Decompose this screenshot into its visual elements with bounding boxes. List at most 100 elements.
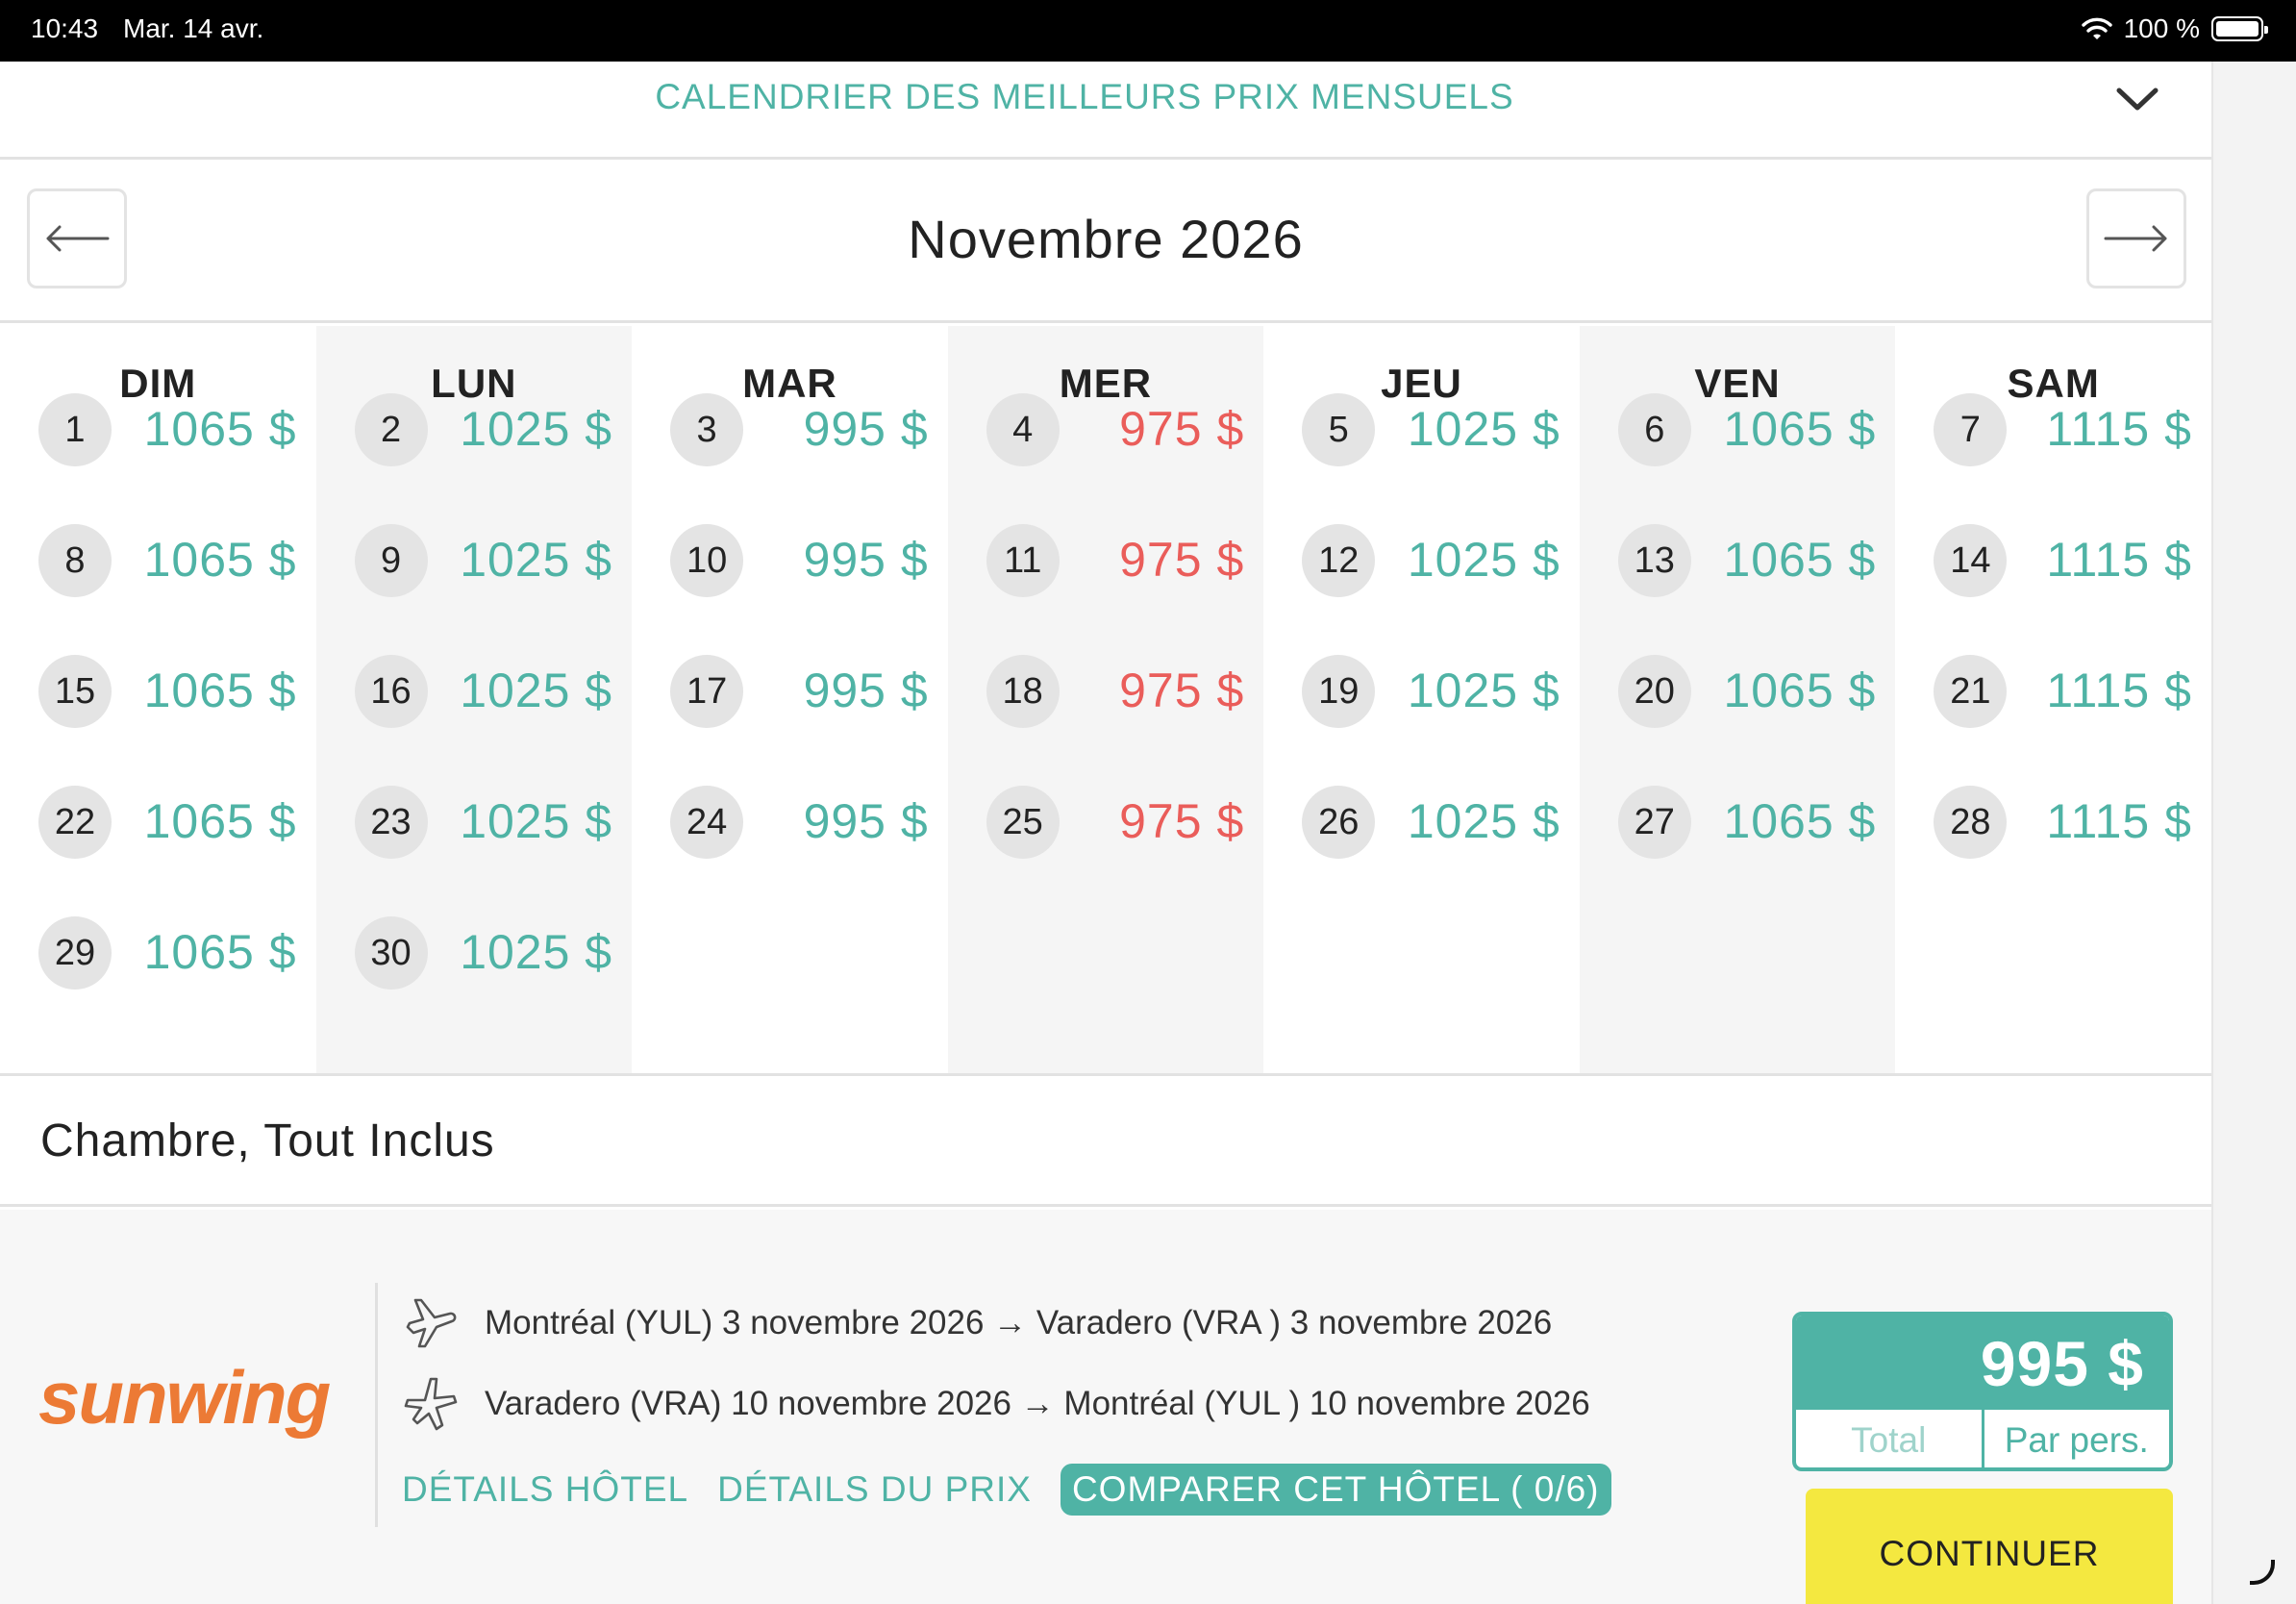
calendar-day-cell[interactable]: 24 995 $ [632,774,948,870]
calendar-day-cell[interactable]: 17 995 $ [632,643,948,739]
day-price: 1065 $ [143,533,297,587]
price-details-link[interactable]: DÉTAILS DU PRIX [717,1469,1032,1510]
price-mode-toggle: Total Par pers. [1796,1410,2170,1467]
calendar-day-cell[interactable]: 3 995 $ [632,382,948,478]
calendar-day-cell[interactable]: 28 1115 $ [1895,774,2211,870]
calendar-day-cell[interactable]: 18 975 $ [948,643,1264,739]
day-price: 995 $ [803,794,929,848]
month-navigator: Novembre 2026 [0,160,2211,323]
day-number: 28 [1934,786,2008,859]
price-box: 995 $ Total Par pers. [1792,1312,2173,1471]
calendar-day-cell[interactable]: 15 1065 $ [0,643,316,739]
day-number: 29 [38,916,112,990]
day-number: 24 [670,786,744,859]
day-number: 26 [1302,786,1376,859]
calendar-day-cell[interactable]: 10 995 $ [632,513,948,609]
calendar-day-cell[interactable]: 11 975 $ [948,513,1264,609]
day-number: 25 [986,786,1060,859]
day-price: 1025 $ [460,402,613,456]
day-price: 995 $ [803,533,929,587]
hotel-details-link[interactable]: DÉTAILS HÔTEL [402,1469,688,1510]
status-bar: 10:43 Mar. 14 avr. 100 % [0,0,2296,62]
day-number: 14 [1934,524,2008,597]
sunwing-logo: sunwing [38,1355,331,1440]
day-column: MER 4 975 $11 975 $18 975 $25 975 $ [947,326,1264,1073]
day-number: 19 [1302,655,1376,728]
day-number: 6 [1617,393,1691,466]
day-price: 975 $ [1119,794,1245,848]
wifi-icon [2081,17,2112,39]
day-number: 21 [1934,655,2008,728]
booking-panel: CALENDRIER DES MEILLEURS PRIX MENSUELS N… [0,62,2211,1604]
day-column: SAM 7 1115 $14 1115 $21 1115 $28 1115 $ [1895,326,2211,1073]
day-number: 10 [670,524,744,597]
calendar-day-cell[interactable]: 19 1025 $ [1263,643,1580,739]
plane-return-icon [404,1377,458,1431]
calendar-day-cell[interactable]: 2 1025 $ [316,382,633,478]
chevron-down-icon[interactable] [2115,85,2159,113]
day-number: 3 [670,393,744,466]
day-price: 995 $ [803,664,929,717]
calendar-day-cell[interactable]: 20 1065 $ [1580,643,1896,739]
calendar-day-cell[interactable]: 30 1025 $ [316,905,633,1001]
return-flight: Varadero (VRA) 10 novembre 2026 → Montré… [402,1375,1590,1433]
offer-price: 995 $ [1796,1316,2169,1410]
offer-links: DÉTAILS HÔTEL DÉTAILS DU PRIX COMPARER C… [402,1464,1611,1516]
day-price: 1065 $ [1723,664,1877,717]
calendar-day-cell[interactable]: 6 1065 $ [1580,382,1896,478]
day-number: 13 [1617,524,1691,597]
day-price: 1025 $ [460,794,613,848]
day-number: 30 [354,916,428,990]
calendar-day-cell[interactable]: 13 1065 $ [1580,513,1896,609]
day-price: 1065 $ [143,925,297,979]
toggle-total[interactable]: Total [1796,1410,1984,1467]
day-price: 1115 $ [2046,664,2192,717]
next-month-button[interactable] [2086,188,2186,288]
status-right: 100 % [2081,13,2268,44]
room-type-title: Chambre, Tout Inclus [40,1115,495,1166]
calendar-day-cell[interactable]: 8 1065 $ [0,513,316,609]
day-column: JEU 5 1025 $12 1025 $19 1025 $26 1025 $ [1263,326,1580,1073]
day-price: 1025 $ [1407,533,1560,587]
calendar-day-cell[interactable]: 1 1065 $ [0,382,316,478]
toggle-per-person[interactable]: Par pers. [1984,1410,2170,1467]
day-price: 1025 $ [460,664,613,717]
calendar-day-cell[interactable]: 16 1025 $ [316,643,633,739]
calendar-day-cell[interactable]: 9 1025 $ [316,513,633,609]
day-price: 1025 $ [1407,794,1560,848]
day-price: 1025 $ [1407,664,1560,717]
calendar-day-cell[interactable]: 27 1065 $ [1580,774,1896,870]
day-column: MAR 3 995 $10 995 $17 995 $24 995 $ [632,326,948,1073]
continue-button[interactable]: CONTINUER [1806,1489,2173,1604]
day-price: 1065 $ [143,794,297,848]
calendar-day-cell[interactable]: 5 1025 $ [1263,382,1580,478]
day-price: 1065 $ [1723,794,1877,848]
calendar-day-cell[interactable]: 14 1115 $ [1895,513,2211,609]
day-price: 975 $ [1119,533,1245,587]
resize-handle[interactable] [2250,1560,2275,1585]
calendar-day-cell[interactable]: 21 1115 $ [1895,643,2211,739]
calendar-day-cell[interactable]: 26 1025 $ [1263,774,1580,870]
calendar-day-cell[interactable]: 29 1065 $ [0,905,316,1001]
best-price-header[interactable]: CALENDRIER DES MEILLEURS PRIX MENSUELS [0,62,2211,160]
day-number: 2 [354,393,428,466]
day-number: 16 [354,655,428,728]
calendar-day-cell[interactable]: 23 1025 $ [316,774,633,870]
calendar-day-cell[interactable]: 4 975 $ [948,382,1264,478]
day-price: 995 $ [803,402,929,456]
arrow-right-icon [2104,225,2167,252]
return-flight-text: Varadero (VRA) 10 novembre 2026 → Montré… [485,1385,1590,1422]
day-number: 5 [1302,393,1376,466]
day-number: 4 [986,393,1060,466]
battery-percent: 100 % [2123,13,2200,43]
day-number: 18 [986,655,1060,728]
day-price: 1025 $ [1407,402,1560,456]
calendar-day-cell[interactable]: 22 1065 $ [0,774,316,870]
day-number: 20 [1617,655,1691,728]
divider [375,1283,378,1527]
compare-hotel-button[interactable]: COMPARER CET HÔTEL ( 0/6) [1060,1464,1611,1516]
calendar-day-cell[interactable]: 25 975 $ [948,774,1264,870]
calendar-day-cell[interactable]: 12 1025 $ [1263,513,1580,609]
calendar-day-cell[interactable]: 7 1115 $ [1895,382,2211,478]
day-price: 1065 $ [1723,402,1877,456]
